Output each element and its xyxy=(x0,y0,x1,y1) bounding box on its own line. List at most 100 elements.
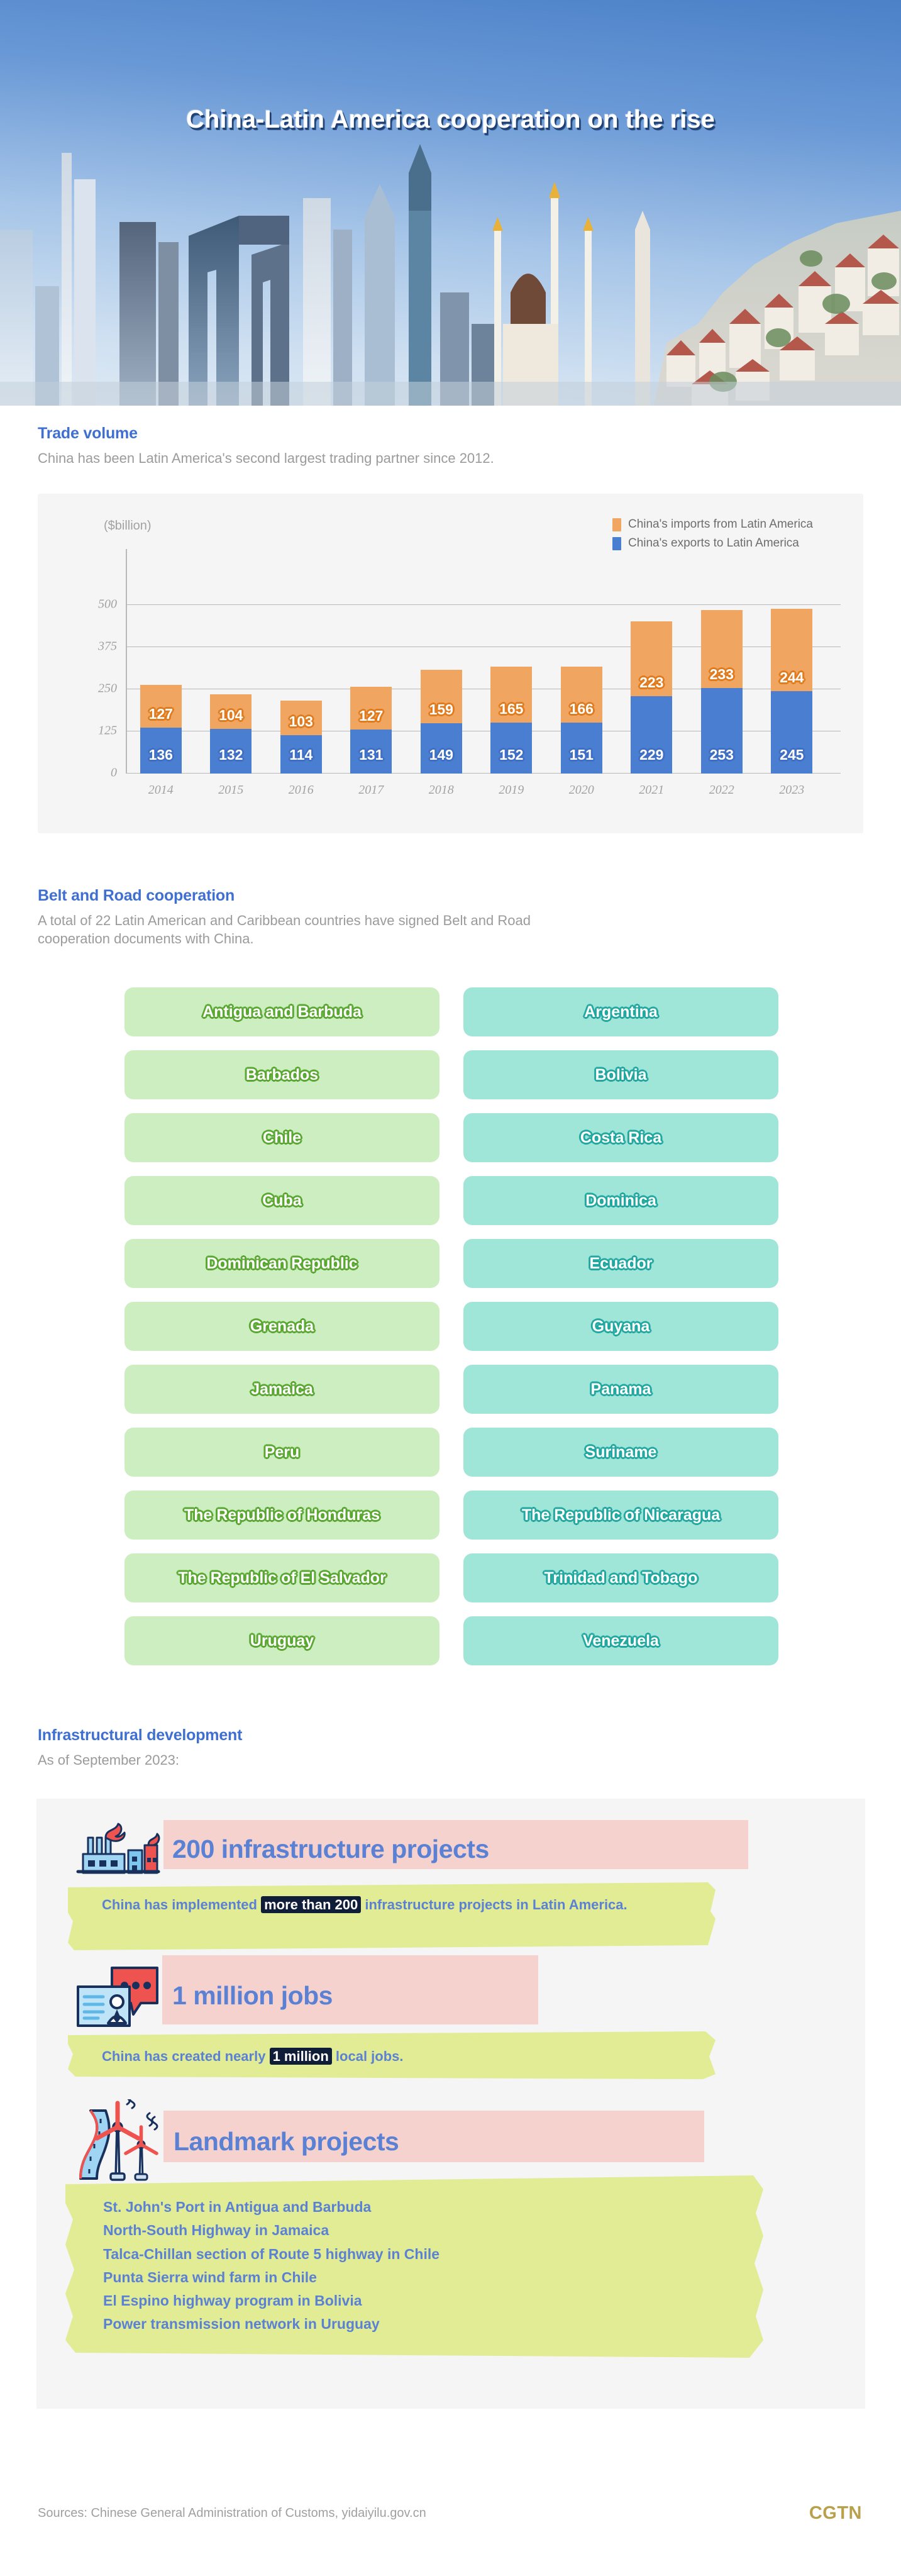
infrastructure-section-subtitle: As of September 2023: xyxy=(38,1752,180,1768)
landmark-list-item: St. John's Port in Antigua and Barbuda xyxy=(103,2199,372,2215)
chart-bar-segment-imports: 166 xyxy=(560,667,602,723)
country-pill-label: Chile xyxy=(262,1128,302,1146)
chart-bar-segment-exports: 229 xyxy=(631,696,673,774)
chart-bar-column: 223 229 xyxy=(631,563,673,774)
jobs-body-after: local jobs. xyxy=(331,2048,404,2064)
country-pill-left: Cuba xyxy=(124,1176,439,1225)
country-pill-right: Costa Rica xyxy=(463,1113,778,1162)
chart-bar-segment-exports: 132 xyxy=(210,729,252,774)
chart-unit-label: ($billion) xyxy=(104,519,152,533)
country-pill-label: Venezuela xyxy=(583,1631,659,1650)
country-pill-label: Barbados xyxy=(245,1065,319,1084)
chart-y-tick-label: 125 xyxy=(98,723,117,738)
country-pill-right: Guyana xyxy=(463,1302,778,1351)
cgtn-logo: CGTN xyxy=(809,2503,862,2523)
trade-section-header: Trade volume China has been Latin Americ… xyxy=(38,425,868,467)
chart-bar-segment-imports: 165 xyxy=(490,667,533,723)
landmarks-list: St. John's Port in Antigua and Barbuda No… xyxy=(84,2179,751,2336)
country-pill-right: Ecuador xyxy=(463,1239,778,1288)
sources-text: Sources: Chinese General Administration … xyxy=(38,2506,426,2520)
chart-bar-column: 127 131 xyxy=(350,563,392,774)
country-pill-label: The Republic of El Salvador xyxy=(178,1568,386,1587)
chart-bar-segment-imports: 127 xyxy=(350,686,392,730)
legend-swatch-exports xyxy=(612,536,621,550)
jobs-body-highlight: 1 million xyxy=(269,2048,332,2065)
projects-body-highlight: more than 200 xyxy=(261,1896,362,1913)
chart-y-tick-label: 250 xyxy=(98,681,117,696)
chart-y-tick-label: 500 xyxy=(98,597,117,611)
infrastructure-block-projects: 200 infrastructure projects China has im… xyxy=(68,1816,748,1950)
landmark-list-item: North-South Highway in Jamaica xyxy=(103,2222,329,2239)
chart-bar-column: 244 245 xyxy=(771,563,813,774)
trade-section-subtitle: China has been Latin America's second la… xyxy=(38,450,494,466)
chart-bar-value-exports: 132 xyxy=(219,747,243,763)
chart-bar-column: 233 253 xyxy=(700,563,743,774)
jobs-body-text: China has created nearly 1 million local… xyxy=(84,2034,713,2067)
country-pill-label: Suriname xyxy=(585,1443,657,1461)
country-pill-label: Costa Rica xyxy=(580,1128,662,1146)
country-pill-label: Jamaica xyxy=(251,1380,313,1398)
factory-icon xyxy=(69,1816,165,1882)
chart-x-tick-label: 2017 xyxy=(358,783,384,797)
belt-road-section-subtitle: A total of 22 Latin American and Caribbe… xyxy=(38,913,531,947)
chart-bar-column: 103 114 xyxy=(280,563,322,774)
chart-x-tick-label: 2016 xyxy=(288,783,314,797)
chart-x-tick-label: 2019 xyxy=(499,783,524,797)
country-pill-left: Chile xyxy=(124,1113,439,1162)
country-pill-left: Peru xyxy=(124,1428,439,1477)
projects-body-before: China has implemented xyxy=(102,1897,262,1913)
chart-bar-value-imports: 233 xyxy=(709,666,734,683)
country-pill-left: Jamaica xyxy=(124,1365,439,1414)
chart-bar-segment-exports: 152 xyxy=(490,722,533,774)
chart-bar-segment-exports: 245 xyxy=(771,691,813,774)
job-card-icon xyxy=(69,1959,163,2033)
country-pill-label: Panama xyxy=(590,1380,651,1398)
legend-label-imports: China's imports from Latin America xyxy=(627,518,813,531)
country-pill-right: Suriname xyxy=(463,1428,778,1477)
country-pill-left: Dominican Republic xyxy=(124,1239,439,1288)
chart-bar-value-exports: 229 xyxy=(639,747,664,763)
city-skyline-illustration xyxy=(0,144,901,406)
infrastructure-section-header: Infrastructural development As of Septem… xyxy=(38,1726,868,1769)
legend-item-imports: China's imports from Latin America xyxy=(612,518,813,531)
country-pill-label: Antigua and Barbuda xyxy=(202,1002,362,1021)
chart-bar-column: 166 151 xyxy=(560,563,602,774)
legend-label-exports: China's exports to Latin America xyxy=(627,536,799,550)
infrastructure-block-jobs: 1 million jobs China has created nearly … xyxy=(68,1955,716,2079)
belt-road-section-title: Belt and Road cooperation xyxy=(38,887,235,904)
country-pill-label: Dominica xyxy=(585,1191,656,1209)
chart-bar-value-exports: 114 xyxy=(289,747,313,763)
projects-body-after: infrastructure projects in Latin America… xyxy=(361,1897,627,1913)
chart-bars: 127 136 104 132 103 114 127 131 159 149 165 152 166 1… xyxy=(126,563,827,774)
projects-body-text: China has implemented more than 200 infr… xyxy=(84,1886,638,1915)
hero-banner: China-Latin America cooperation on the r… xyxy=(0,0,901,406)
country-pill-label: Dominican Republic xyxy=(206,1254,358,1272)
chart-bar-value-imports: 104 xyxy=(219,707,243,724)
landmark-list-item: El Espino highway program in Bolivia xyxy=(103,2292,362,2309)
chart-y-tick-label: 375 xyxy=(98,639,117,653)
trade-section-title: Trade volume xyxy=(38,425,138,442)
chart-x-tick-label: 2015 xyxy=(218,783,244,797)
country-pill-label: The Republic of Honduras xyxy=(184,1506,380,1524)
chart-bar-segment-exports: 136 xyxy=(140,728,182,774)
country-pill-right: Trinidad and Tobago xyxy=(463,1553,778,1602)
country-pill-left: Uruguay xyxy=(124,1616,439,1665)
infrastructure-section-title: Infrastructural development xyxy=(38,1726,243,1744)
country-pill-label: Guyana xyxy=(592,1317,650,1335)
chart-bar-value-exports: 151 xyxy=(569,747,594,763)
trade-volume-chart: ($billion) China's imports from Latin Am… xyxy=(38,494,863,833)
windmill-road-icon xyxy=(69,2090,167,2184)
country-pill-left: The Republic of Honduras xyxy=(124,1491,439,1540)
chart-bar-column: 165 152 xyxy=(490,563,533,774)
country-pill-right: Panama xyxy=(463,1365,778,1414)
chart-bar-value-exports: 152 xyxy=(499,747,524,763)
belt-road-section-header: Belt and Road cooperation A total of 22 … xyxy=(38,887,868,948)
landmark-list-item: Punta Sierra wind farm in Chile xyxy=(103,2268,317,2285)
chart-bar-value-imports: 223 xyxy=(639,674,664,691)
chart-bar-segment-exports: 114 xyxy=(280,735,322,774)
jobs-body-row: China has created nearly 1 million local… xyxy=(68,2031,716,2079)
chart-bar-value-imports: 127 xyxy=(359,707,384,724)
infrastructure-block-landmarks: Landmark projects St. John's Port in Ant… xyxy=(65,2090,763,2358)
page-title: China-Latin America cooperation on the r… xyxy=(186,106,715,133)
country-pill-label: Trinidad and Tobago xyxy=(544,1568,698,1587)
